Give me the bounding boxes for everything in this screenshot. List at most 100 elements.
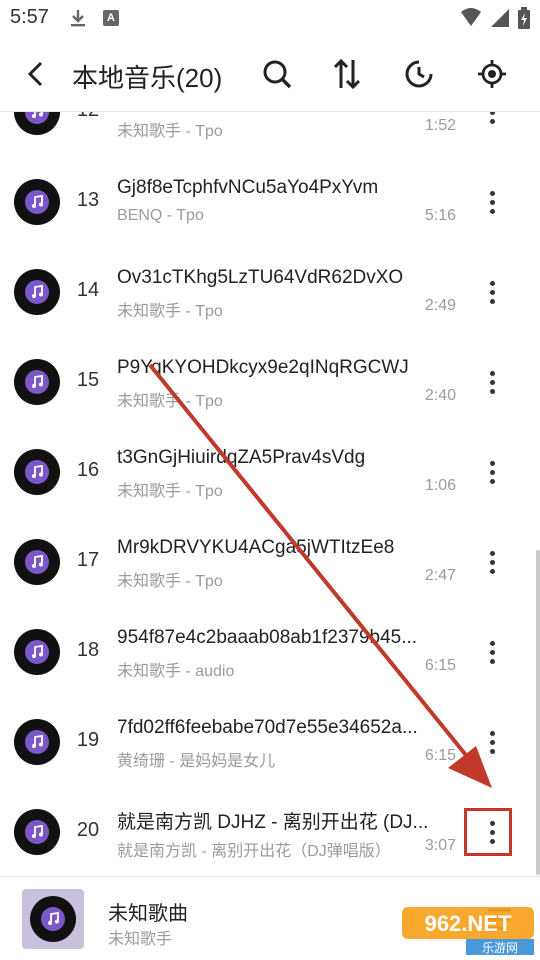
- player-artist: 未知歌手: [108, 931, 173, 948]
- song-title: Mr9kDRVYKU4ACga5jWTItzEe8: [117, 537, 395, 558]
- song-index: 20: [76, 819, 100, 841]
- status-time: 5:57: [10, 6, 49, 28]
- song-row[interactable]: 14 Ov31cTKhg5LzTU64VdR62DvXO 未知歌手 - Tpo …: [0, 247, 540, 337]
- svg-text:乐游网: 乐游网: [482, 941, 518, 955]
- status-bar: 5:57 A: [0, 0, 540, 36]
- song-subtitle: 未知歌手 - Tpo: [117, 303, 223, 320]
- song-duration: 2:47: [424, 567, 456, 584]
- more-options-button[interactable]: [474, 632, 510, 672]
- song-duration: 6:15: [424, 747, 456, 764]
- player-album-art[interactable]: [22, 889, 84, 949]
- song-index: 12: [70, 112, 106, 122]
- song-title: t3GnGjHiuirdqZA5Prav4sVdg: [117, 447, 366, 468]
- song-index: 18: [76, 639, 100, 661]
- a-notification-icon: A: [103, 10, 119, 26]
- song-subtitle: 未知歌手 - Tpo: [117, 573, 223, 590]
- more-options-button[interactable]: [474, 542, 510, 582]
- song-subtitle: 未知歌手 - Tpo: [117, 123, 223, 140]
- song-row[interactable]: 15 P9YqKYOHDkcyx9e2qINqRGCWJ 未知歌手 - Tpo …: [0, 337, 540, 427]
- album-art: [14, 539, 60, 585]
- song-title: Gj8f8eTcphfvNCu5aYo4PxYvm: [117, 177, 379, 198]
- song-row[interactable]: 18 954f87e4c2baaab08ab1f2379b45... 未知歌手 …: [0, 607, 540, 697]
- song-duration: 5:16: [424, 207, 456, 224]
- music-note-icon: [32, 112, 43, 118]
- more-options-button[interactable]: [474, 722, 510, 762]
- song-subtitle: BENQ - Tpo: [117, 207, 204, 224]
- music-note-icon: [48, 912, 59, 925]
- search-button[interactable]: [259, 56, 295, 92]
- song-subtitle: 黄绮珊 - 是妈妈是女儿: [117, 753, 276, 770]
- music-note-icon: [32, 465, 43, 478]
- page-title: 本地音乐(20): [72, 63, 223, 93]
- search-icon: [263, 60, 292, 89]
- locate-icon: [478, 60, 506, 88]
- wifi-icon: [461, 8, 481, 26]
- song-index: 16: [76, 459, 100, 481]
- download-icon: [71, 10, 85, 27]
- player-title: 未知歌曲: [108, 903, 188, 925]
- song-index: 19: [76, 729, 100, 751]
- back-button[interactable]: [18, 56, 54, 92]
- song-row[interactable]: 19 7fd02ff6feebabe70d7e55e34652a... 黄绮珊 …: [0, 697, 540, 787]
- watermark-logo: 962.NET 乐游网: [402, 907, 534, 955]
- album-art: [14, 449, 60, 495]
- timer-button[interactable]: [401, 56, 437, 92]
- song-duration: 6:15: [424, 657, 456, 674]
- music-note-icon: [32, 195, 43, 208]
- song-subtitle: 未知歌手 - Tpo: [117, 393, 223, 410]
- music-note-icon: [32, 645, 43, 658]
- locate-button[interactable]: [474, 56, 510, 92]
- song-subtitle: 就是南方凯 - 离别开出花（DJ弹唱版）: [117, 843, 387, 860]
- battery-icon: [518, 7, 530, 29]
- song-title: 7fd02ff6feebabe70d7e55e34652a...: [117, 717, 418, 738]
- song-duration: 1:06: [424, 477, 456, 494]
- song-index: 15: [76, 369, 100, 391]
- song-title: 就是南方凯 DJHZ - 离别开出花 (DJ...: [117, 812, 429, 833]
- song-row[interactable]: 12 未知歌手 - Tpo 1:52: [0, 112, 540, 157]
- music-note-icon: [32, 375, 43, 388]
- song-list[interactable]: 12 未知歌手 - Tpo 1:52 13 Gj8f8eTcphfvNCu5aY…: [0, 112, 540, 876]
- sort-button[interactable]: [329, 56, 365, 92]
- scrollbar[interactable]: [536, 550, 540, 875]
- song-index: 13: [76, 189, 100, 211]
- song-title: Ov31cTKhg5LzTU64VdR62DvXO: [117, 267, 404, 288]
- song-title: P9YqKYOHDkcyx9e2qINqRGCWJ: [117, 357, 409, 378]
- app-bar: 本地音乐(20): [0, 36, 540, 112]
- more-options-button[interactable]: [474, 272, 510, 312]
- more-options-button[interactable]: [474, 452, 510, 492]
- song-index: 14: [76, 279, 100, 301]
- album-art: [14, 179, 60, 225]
- music-note-icon: [32, 285, 43, 298]
- album-art: [14, 809, 60, 855]
- status-indicators: [460, 7, 530, 29]
- album-art: [14, 719, 60, 765]
- back-icon: [27, 61, 43, 87]
- song-subtitle: 未知歌手 - Tpo: [117, 483, 223, 500]
- song-row[interactable]: 13 Gj8f8eTcphfvNCu5aYo4PxYvm BENQ - Tpo …: [0, 157, 540, 247]
- timer-icon: [405, 60, 433, 88]
- song-duration: 1:52: [424, 117, 456, 134]
- song-row[interactable]: 20 就是南方凯 DJHZ - 离别开出花 (DJ... 就是南方凯 - 离别开…: [0, 787, 540, 876]
- music-note-icon: [32, 825, 43, 838]
- song-index: 17: [76, 549, 100, 571]
- music-note-icon: [32, 555, 43, 568]
- album-art: [14, 359, 60, 405]
- song-subtitle: 未知歌手 - audio: [117, 663, 235, 680]
- signal-icon: [491, 9, 509, 27]
- song-duration: 3:07: [424, 837, 456, 854]
- sort-icon: [333, 58, 361, 90]
- song-duration: 2:40: [424, 387, 456, 404]
- album-art: [14, 112, 60, 135]
- annotation-highlight-box: [464, 808, 512, 856]
- more-options-button[interactable]: [474, 182, 510, 222]
- more-options-button[interactable]: [474, 112, 510, 132]
- album-art: [14, 629, 60, 675]
- song-row[interactable]: 16 t3GnGjHiuirdqZA5Prav4sVdg 未知歌手 - Tpo …: [0, 427, 540, 517]
- more-options-button[interactable]: [474, 362, 510, 402]
- song-row[interactable]: 17 Mr9kDRVYKU4ACga5jWTItzEe8 未知歌手 - Tpo …: [0, 517, 540, 607]
- music-note-icon: [32, 735, 43, 748]
- album-art: [14, 269, 60, 315]
- song-title: 954f87e4c2baaab08ab1f2379b45...: [117, 627, 418, 648]
- song-duration: 2:49: [424, 297, 456, 314]
- svg-text:962.NET: 962.NET: [425, 911, 512, 936]
